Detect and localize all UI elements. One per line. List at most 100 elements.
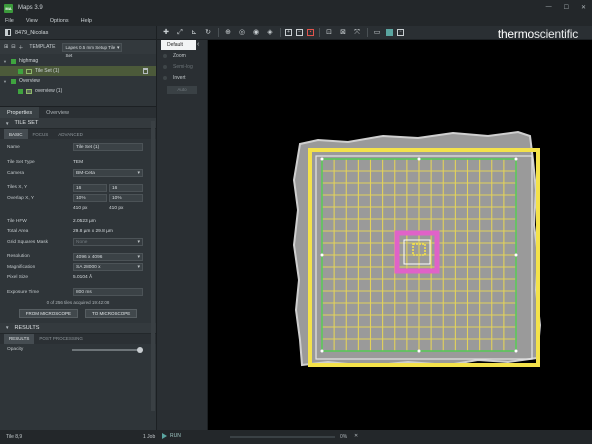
menu-options[interactable]: Options	[50, 18, 69, 24]
tool-invert[interactable]: Invert	[163, 72, 207, 83]
template-select[interactable]: Lapes 0.5 mm Setup Tile Set	[62, 42, 123, 58]
layer-row[interactable]: ▼ highmag	[0, 56, 156, 66]
menu-help[interactable]: Help	[81, 18, 92, 24]
opacity-slider[interactable]	[72, 346, 143, 353]
canvas-svg[interactable]	[208, 40, 592, 430]
auto-button[interactable]: Auto	[167, 86, 197, 94]
zoom-in-icon[interactable]: +	[285, 29, 292, 36]
zoom-out-icon[interactable]: −	[296, 29, 303, 36]
layers-icon[interactable]: ◈	[265, 28, 275, 38]
prop-row: Grid Squares Mask None	[7, 237, 151, 248]
frame-handle[interactable]	[320, 253, 324, 257]
collapse-caret-icon[interactable]: ▼	[5, 121, 9, 126]
mask-select[interactable]: None	[73, 238, 143, 247]
frame-handle[interactable]	[514, 157, 518, 161]
project-name: 8479_Nicolas	[15, 29, 49, 36]
run-button[interactable]: RUN	[162, 433, 181, 439]
app-logo-icon: MA	[4, 3, 13, 13]
layer-checkbox[interactable]	[18, 88, 23, 94]
layer-row[interactable]: ▼ Overview	[0, 76, 156, 86]
exposure-field[interactable]: 800 ms	[73, 288, 143, 297]
expand-icon[interactable]: ⤧	[352, 28, 362, 38]
name-field[interactable]: Tile Set (1)	[73, 143, 143, 152]
panel-toggle-icon[interactable]	[5, 29, 11, 36]
resolution-select[interactable]: 4096 x 4096	[73, 252, 143, 261]
new-layer-icon[interactable]: ＋	[18, 44, 23, 51]
cancel-icon[interactable]: ✕	[354, 433, 358, 439]
tiles-x-field[interactable]: 16	[73, 183, 107, 192]
mask-label: Grid Squares Mask	[7, 239, 49, 245]
map-icon[interactable]: ⊕	[223, 28, 233, 38]
collapse-all-icon[interactable]: ⊟	[11, 44, 15, 50]
results-section-header[interactable]: ▼ RESULTS	[0, 322, 156, 334]
subtab-post-processing[interactable]: POST PROCESSING	[34, 334, 87, 344]
crop-icon[interactable]: ⊠	[338, 28, 348, 38]
menu-file[interactable]: File	[5, 18, 14, 24]
overlap-px-y: 410 px	[109, 206, 124, 212]
pan-icon[interactable]: ⤢	[175, 28, 185, 38]
tool-semi-log[interactable]: Semi-log	[163, 61, 207, 72]
tab-properties[interactable]: Properties	[0, 107, 40, 118]
radio-icon[interactable]	[163, 53, 167, 58]
opacity-slider-knob[interactable]	[137, 346, 143, 353]
left-panel-scrollbar[interactable]	[151, 121, 155, 411]
radio-icon[interactable]	[163, 64, 167, 69]
layer-checkbox[interactable]	[11, 78, 16, 84]
pixel-size-value: 5.0104 Å	[73, 275, 93, 281]
play-icon	[162, 433, 167, 439]
panel-icon[interactable]: ▫	[397, 29, 404, 36]
template-bar: ⊞ ⊟ ＋ TEMPLATE Lapes 0.5 mm Setup Tile S…	[0, 40, 156, 58]
collapse-caret-icon[interactable]: ▼	[5, 325, 9, 330]
minimize-icon[interactable]: —	[546, 4, 552, 11]
move-icon[interactable]: ✚	[161, 28, 171, 38]
layer-row-selected[interactable]: Tile Set (1)	[0, 66, 156, 76]
tile-set-section-header[interactable]: ▼ TILE SET	[0, 118, 156, 129]
frame-handle[interactable]	[417, 349, 421, 353]
subtab-advanced[interactable]: ADVANCED	[53, 129, 88, 139]
collapse-panel-icon[interactable]: ‹	[197, 41, 199, 48]
layer-checkbox[interactable]	[11, 58, 16, 64]
to-microscope-button[interactable]: TO MICROSCOPE	[85, 308, 138, 318]
overlap-y-field[interactable]: 10%	[109, 194, 143, 203]
stage-icon[interactable]: ◉	[251, 28, 261, 38]
record-icon[interactable]: ▪	[307, 29, 314, 36]
expand-caret-icon[interactable]: ▼	[3, 59, 9, 64]
frame-handle[interactable]	[514, 253, 518, 257]
layer-label: highmag	[19, 58, 39, 64]
subtab-basic[interactable]: BASIC	[4, 129, 28, 139]
fit-icon[interactable]: ⊡	[324, 28, 334, 38]
maximize-icon[interactable]: ☐	[564, 4, 569, 11]
tab-overview[interactable]: Overview	[39, 107, 76, 118]
layer-checkbox[interactable]	[18, 68, 23, 74]
magnification-label: Magnification	[7, 264, 36, 270]
overlap-x-field[interactable]: 10%	[73, 194, 107, 203]
tool-zoom[interactable]: Zoom	[163, 50, 207, 61]
frame-handle[interactable]	[320, 157, 324, 161]
from-microscope-button[interactable]: FROM MICROSCOPE	[18, 308, 79, 318]
camera-select[interactable]: BM-Ceta	[73, 169, 143, 178]
frame-handle[interactable]	[514, 349, 518, 353]
target-icon[interactable]: ◎	[237, 28, 247, 38]
image-canvas[interactable]	[208, 40, 592, 430]
subtab-focus[interactable]: FOCUS	[28, 129, 54, 139]
radio-icon[interactable]	[163, 75, 167, 80]
pixel-size-label: Pixel Size	[7, 275, 29, 281]
title-bar: MA Maps 3.9 — ☐ ✕	[0, 0, 592, 16]
magnification-select[interactable]: SA 28000 x	[73, 263, 143, 272]
tool-panel: Default ‹ Zoom Semi-log Invert Auto	[157, 26, 208, 430]
frame-handle[interactable]	[417, 157, 421, 161]
frame-handle[interactable]	[320, 349, 324, 353]
comment-icon[interactable]: ▭	[372, 28, 382, 38]
tool-default-button[interactable]: Default	[161, 40, 196, 50]
expand-caret-icon[interactable]: ▼	[3, 79, 9, 84]
layer-row[interactable]: overview (1)	[0, 86, 156, 96]
tiles-y-field[interactable]: 16	[109, 183, 143, 192]
rotate-icon[interactable]: ↻	[203, 28, 213, 38]
subtab-results[interactable]: RESULTS	[4, 333, 35, 344]
close-icon[interactable]: ✕	[581, 4, 586, 11]
trash-icon[interactable]	[143, 68, 148, 74]
ruler-icon[interactable]: ⊾	[189, 28, 199, 38]
expand-all-icon[interactable]: ⊞	[4, 44, 8, 50]
view-icon[interactable]	[386, 29, 393, 36]
menu-view[interactable]: View	[26, 18, 38, 24]
